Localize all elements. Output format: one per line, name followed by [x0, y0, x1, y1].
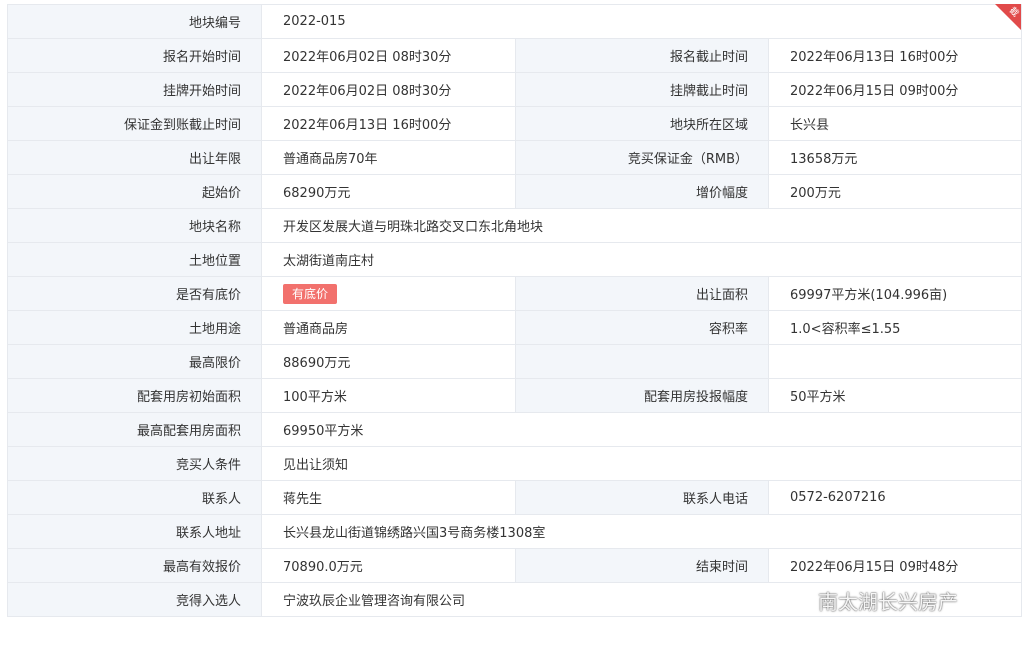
field-label: 是否有底价: [7, 276, 262, 311]
field-value: 200万元: [767, 174, 1023, 209]
field-value: 长兴县: [767, 106, 1023, 141]
field-value: 1.0<容积率≤1.55: [767, 310, 1023, 345]
field-label: 出让年限: [7, 140, 262, 175]
field-value: 69997平方米(104.996亩): [767, 276, 1023, 311]
land-info-panel: 地块编号 2022-015 报名开始时间 2022年06月02日 08时30分 报名截止…: [7, 4, 1023, 617]
field-value: 普通商品房70年: [261, 140, 516, 175]
field-value: 2022年06月15日 09时00分: [767, 72, 1023, 107]
field-label: 地块编号: [7, 4, 262, 39]
field-value: 2022年06月13日 16时00分: [767, 38, 1023, 73]
field-value: 50平方米: [767, 378, 1023, 413]
table-row: 地块名称 开发区发展大道与明珠北路交叉口东北角地块: [7, 208, 1023, 243]
field-value: 开发区发展大道与明珠北路交叉口东北角地块: [260, 208, 1023, 243]
field-label: 出让面积: [515, 276, 769, 311]
field-value: 2022-015: [260, 4, 1023, 39]
field-label: 挂牌截止时间: [515, 72, 769, 107]
field-label: 最高限价: [7, 344, 262, 379]
field-label: 联系人: [7, 480, 262, 515]
field-value: [767, 344, 1023, 379]
field-value: 宁波玖辰企业管理咨询有限公司: [260, 582, 1023, 617]
field-value: 68290万元: [261, 174, 516, 209]
field-label: 起始价: [7, 174, 262, 209]
field-value: 有底价: [261, 276, 516, 311]
field-label: 容积率: [515, 310, 769, 345]
field-value: 2022年06月15日 09时48分: [767, 548, 1023, 583]
field-label: 地块所在区域: [515, 106, 769, 141]
land-info-table: 地块编号 2022-015 报名开始时间 2022年06月02日 08时30分 报名截止…: [7, 4, 1023, 617]
field-label: 报名开始时间: [7, 38, 262, 73]
field-value: 长兴县龙山街道锦绣路兴国3号商务楼1308室: [260, 514, 1023, 549]
field-label: 竞得入选人: [7, 582, 262, 617]
field-label: [515, 344, 769, 379]
field-label: 土地位置: [7, 242, 262, 277]
field-value: 0572-6207216: [767, 480, 1023, 515]
field-label: 竞买人条件: [7, 446, 262, 481]
field-value: 88690万元: [261, 344, 516, 379]
table-row: 竞得入选人 宁波玖辰企业管理咨询有限公司: [7, 582, 1023, 617]
reserve-price-badge: 有底价: [283, 283, 338, 304]
table-row: 出让年限 普通商品房70年 竞买保证金（RMB） 13658万元: [7, 140, 1023, 175]
table-row: 报名开始时间 2022年06月02日 08时30分 报名截止时间 2022年06月13…: [7, 38, 1023, 73]
field-value: 69950平方米: [260, 412, 1023, 447]
table-row: 挂牌开始时间 2022年06月02日 08时30分 挂牌截止时间 2022年06月15…: [7, 72, 1023, 107]
field-label: 最高配套用房面积: [7, 412, 262, 447]
field-value: 太湖街道南庄村: [260, 242, 1023, 277]
field-value: 2022年06月02日 08时30分: [261, 72, 516, 107]
field-label: 配套用房投报幅度: [515, 378, 769, 413]
field-label: 最高有效报价: [7, 548, 262, 583]
table-row: 起始价 68290万元 增价幅度 200万元: [7, 174, 1023, 209]
field-label: 结束时间: [515, 548, 769, 583]
field-label: 保证金到账截止时间: [7, 106, 262, 141]
table-row: 保证金到账截止时间 2022年06月13日 16时00分 地块所在区域 长兴县: [7, 106, 1023, 141]
table-row: 地块编号 2022-015: [7, 4, 1023, 39]
field-label: 挂牌开始时间: [7, 72, 262, 107]
field-label: 地块名称: [7, 208, 262, 243]
table-row: 最高有效报价 70890.0万元 结束时间 2022年06月15日 09时48分: [7, 548, 1023, 583]
field-value: 普通商品房: [261, 310, 516, 345]
table-row: 最高限价 88690万元: [7, 344, 1023, 379]
table-row: 土地用途 普通商品房 容积率 1.0<容积率≤1.55: [7, 310, 1023, 345]
field-label: 联系人地址: [7, 514, 262, 549]
field-value: 蒋先生: [261, 480, 516, 515]
field-label: 土地用途: [7, 310, 262, 345]
field-label: 竞买保证金（RMB）: [515, 140, 769, 175]
table-row: 联系人 蒋先生 联系人电话 0572-6207216: [7, 480, 1023, 515]
field-value: 见出让须知: [260, 446, 1023, 481]
field-label: 报名截止时间: [515, 38, 769, 73]
table-row: 竞买人条件 见出让须知: [7, 446, 1023, 481]
table-row: 最高配套用房面积 69950平方米: [7, 412, 1023, 447]
table-row: 是否有底价 有底价 出让面积 69997平方米(104.996亩): [7, 276, 1023, 311]
table-row: 土地位置 太湖街道南庄村: [7, 242, 1023, 277]
field-value: 2022年06月13日 16时00分: [261, 106, 516, 141]
field-value: 70890.0万元: [261, 548, 516, 583]
table-row: 配套用房初始面积 100平方米 配套用房投报幅度 50平方米: [7, 378, 1023, 413]
field-value: 100平方米: [261, 378, 516, 413]
field-value: 13658万元: [767, 140, 1023, 175]
field-label: 增价幅度: [515, 174, 769, 209]
field-label: 配套用房初始面积: [7, 378, 262, 413]
field-label: 联系人电话: [515, 480, 769, 515]
table-row: 联系人地址 长兴县龙山街道锦绣路兴国3号商务楼1308室: [7, 514, 1023, 549]
field-value: 2022年06月02日 08时30分: [261, 38, 516, 73]
